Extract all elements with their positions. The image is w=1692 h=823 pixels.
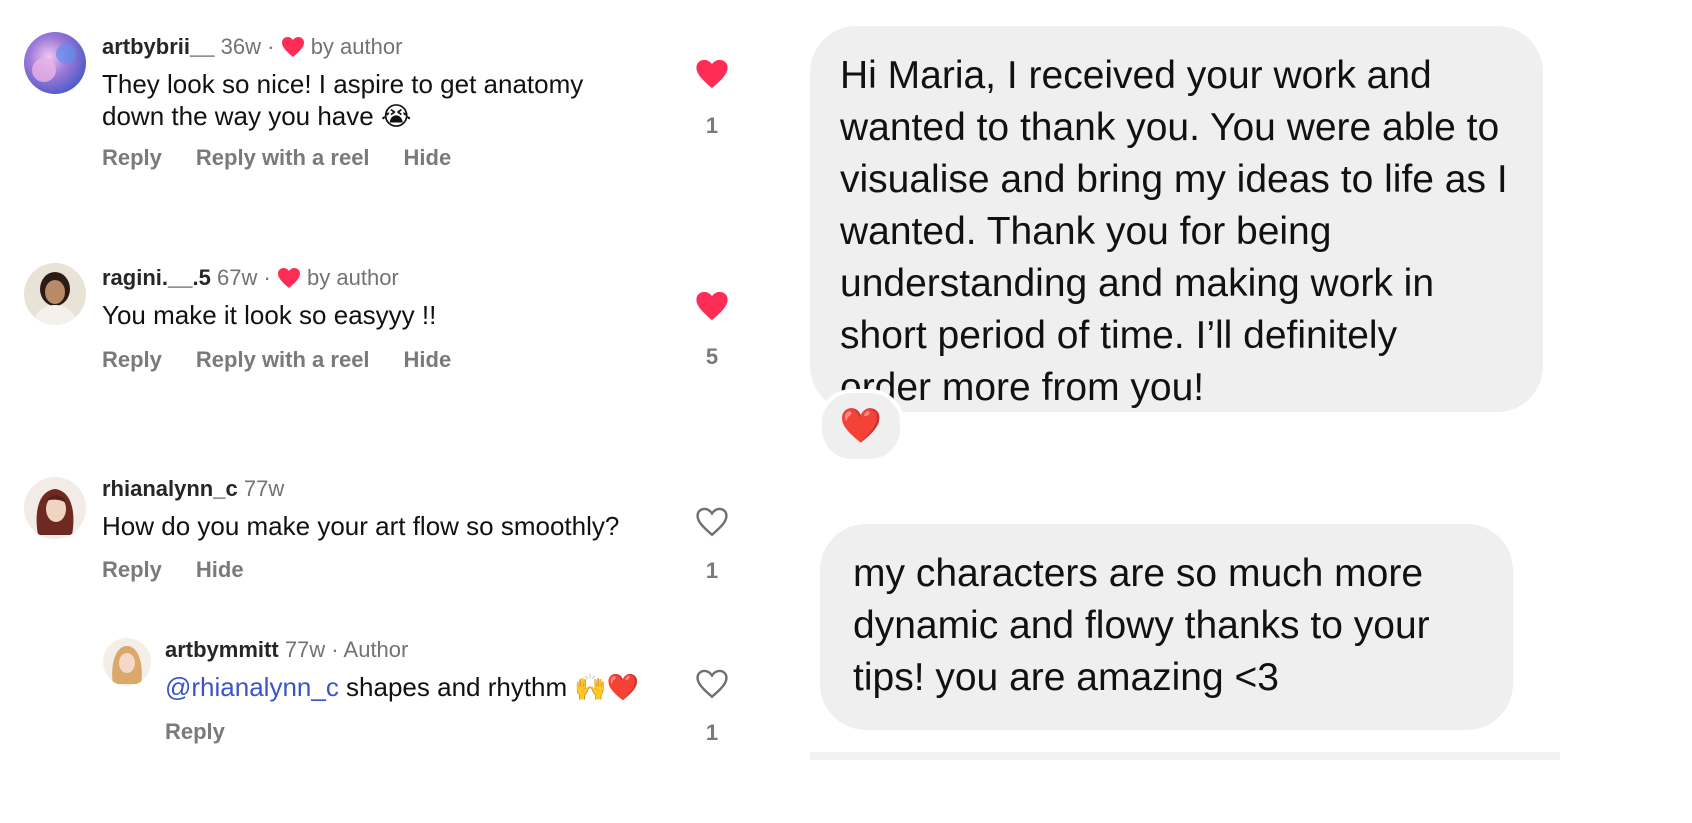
emoji: 🙌❤️ [574,672,640,702]
heart-outline-icon [696,669,728,699]
comment-meta: rhianalynn_c 77w [102,476,619,502]
message-line: order more from you! [840,366,1205,409]
reply-with-reel-button[interactable]: Reply with a reel [196,145,370,170]
heart-icon [277,268,300,288]
separator: · [263,265,271,290]
comment-text: @rhianalynn_c shapes and rhythm 🙌❤️ [165,671,639,703]
comment-text: You make it look so easyyy !! [102,300,437,330]
comment-meta: artbymmitt 77w · Author [165,637,639,663]
like-count: 5 [705,344,719,369]
message-line: Hi Maria, I received your work and [840,54,1432,97]
reply-button[interactable]: Reply [102,347,162,372]
message-line: dynamic and flowy thanks to your [853,604,1430,647]
author-label: Author [343,637,409,662]
message-line: tips! you are amazing <3 [853,656,1279,699]
avatar[interactable] [24,32,86,94]
like-count: 1 [705,113,719,138]
heart-reaction-icon: ❤️ [839,407,883,445]
timestamp: 77w [243,476,285,501]
username[interactable]: artbybrii__ [102,34,215,59]
hide-button[interactable]: Hide [404,347,452,372]
message-bubble[interactable]: my characters are so much more dynamic a… [820,524,1513,730]
comment-text-segment: down the way you have [102,101,374,131]
liked-by-author: by author [310,34,403,59]
message-line: short period of time. I’ll definitely [840,314,1398,357]
comment-actions: Reply Hide [102,557,278,583]
avatar[interactable] [103,638,151,686]
comment-text: They look so nice! I aspire to get anato… [102,68,583,132]
like-count: 1 [705,720,719,745]
comment-text-line: They look so nice! I aspire to get anato… [102,69,584,99]
heart-outline-icon [696,507,728,537]
message-bubble[interactable]: Hi Maria, I received your work and wante… [810,26,1543,412]
username[interactable]: ragini.__.5 [102,265,211,290]
username[interactable]: artbymmitt [165,637,279,662]
like-button[interactable] [690,58,734,95]
timestamp: 67w [216,265,258,290]
emoji: 😭 [380,101,412,131]
reply-button[interactable]: Reply [102,557,162,582]
comment-actions: Reply Reply with a reel Hide [102,145,485,171]
message-line: understanding and making work in [840,262,1435,305]
reply-button[interactable]: Reply [165,719,225,744]
heart-filled-icon [696,59,728,89]
comment: ragini.__.5 67w · by author You make it … [102,265,436,331]
message-line: visualise and bring my ideas to life as … [840,158,1508,201]
comment: rhianalynn_c 77w How do you make your ar… [102,476,619,542]
comment-text-segment: shapes and rhythm [338,672,568,702]
heart-icon [281,37,304,57]
comment-text: How do you make your art flow so smoothl… [102,511,620,541]
reply-comment: artbymmitt 77w · Author @rhianalynn_c sh… [165,637,639,703]
hide-button[interactable]: Hide [404,145,452,170]
liked-by-author: by author [307,265,399,290]
comment-actions: Reply [165,719,259,745]
comment: artbybrii__ 36w · by author They look so… [102,34,583,132]
divider [810,752,1560,760]
comment-meta: ragini.__.5 67w · by author [102,265,436,291]
avatar[interactable] [24,477,86,539]
like-button[interactable] [690,668,734,705]
message-line: wanted. Thank you for being [840,210,1332,253]
username[interactable]: rhianalynn_c [102,476,238,501]
like-count: 1 [705,558,719,583]
like-button[interactable] [690,290,734,327]
avatar[interactable] [24,263,86,325]
comment-actions: Reply Reply with a reel Hide [102,347,485,373]
hide-button[interactable]: Hide [196,557,244,582]
message-line: my characters are so much more [853,552,1424,595]
message-reaction[interactable]: ❤️ [818,389,904,463]
separator: · [331,637,339,662]
separator: · [267,34,275,59]
mention-link[interactable]: @rhianalynn_c [165,672,339,702]
message-line: wanted to thank you. You were able to [840,106,1500,149]
timestamp: 77w [284,637,326,662]
heart-filled-icon [696,291,728,321]
reply-with-reel-button[interactable]: Reply with a reel [196,347,370,372]
like-button[interactable] [690,506,734,543]
reply-button[interactable]: Reply [102,145,162,170]
comment-meta: artbybrii__ 36w · by author [102,34,583,60]
timestamp: 36w [220,34,261,59]
comment-text-line: down the way you have 😭 [102,100,583,132]
